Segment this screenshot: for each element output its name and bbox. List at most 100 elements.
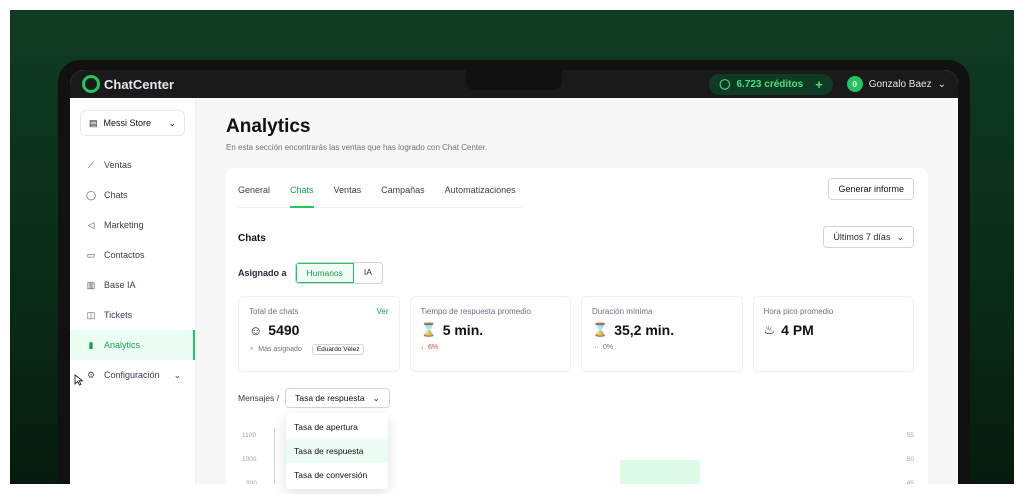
store-selector[interactable]: ▤ Messi Store ⌄ <box>80 110 185 136</box>
stat-footer: ··· 0% <box>592 344 732 351</box>
sidebar: ▤ Messi Store ⌄ ⟋ Ventas ◯ Chats ◁ Marke… <box>70 98 196 494</box>
sidebar-item-label: Configuración <box>104 370 160 380</box>
hourglass-icon: ⌛ <box>420 322 437 337</box>
dropdown-option-respuesta[interactable]: Tasa de respuesta <box>286 439 388 463</box>
stat-value: ⌛ 5 min. <box>421 322 561 338</box>
period-select[interactable]: Últimos 7 días ⌄ <box>823 226 914 248</box>
chart-axis-line <box>274 428 275 494</box>
sidebar-item-label: Chats <box>104 190 128 200</box>
analytics-card: General Chats Ventas Campañas Automatiza… <box>226 168 928 494</box>
sidebar-item-tickets[interactable]: ◫ Tickets <box>70 300 195 330</box>
app-screen: ChatCenter ◯ 6.723 créditos + 0 Gonzalo … <box>70 70 958 494</box>
tab-automatizaciones[interactable]: Automatizaciones <box>445 172 516 208</box>
arrow-down-icon: ↓ <box>420 344 425 351</box>
sidebar-item-chats[interactable]: ◯ Chats <box>70 180 195 210</box>
assigned-option-humanos[interactable]: Humanos <box>295 263 354 283</box>
stat-card-response-time: Tiempo de respuesta promedio ⌛ 5 min. ↓ … <box>409 296 571 372</box>
flame-icon: ♨ <box>763 322 776 337</box>
chevron-down-icon: ⌄ <box>173 369 181 380</box>
sidebar-item-ventas[interactable]: ⟋ Ventas <box>70 150 195 180</box>
sidebar-item-analytics[interactable]: ▮ Analytics <box>70 330 195 360</box>
add-credits-icon[interactable]: + <box>815 77 823 92</box>
page-subtitle: En esta sección encontrarás las ventas q… <box>226 143 488 152</box>
mouse-cursor-icon <box>74 374 84 386</box>
top-agent-chip: Eduardo Vélez <box>311 344 365 355</box>
camera-notch <box>466 70 562 90</box>
chevron-down-icon: ⌄ <box>168 117 176 128</box>
hourglass-icon: ⌛ <box>592 322 609 337</box>
sidebar-item-label: Marketing <box>104 220 144 230</box>
y-tick-left: 1100 <box>242 432 256 439</box>
stat-foot-text: 0% <box>603 344 614 351</box>
chart-highlight-bar <box>620 460 700 494</box>
stat-number: 35,2 min. <box>614 322 675 338</box>
metric-select[interactable]: Tasa de respuesta ⌄ <box>285 388 390 408</box>
stat-footer: ↓ 6% <box>421 344 561 351</box>
app-logo[interactable]: ChatCenter <box>82 75 174 93</box>
ticket-icon: ◫ <box>86 309 96 320</box>
credits-text: 6.723 créditos <box>736 78 804 90</box>
assigned-filter: Asignado a Humanos IA <box>238 262 383 284</box>
logo-icon <box>82 75 100 93</box>
user-name: Gonzalo Baez <box>868 78 932 90</box>
sidebar-item-configuracion[interactable]: ⚙ Configuración ⌄ <box>70 360 195 390</box>
page-title: Analytics <box>226 116 311 137</box>
stat-foot-text: Más asignado <box>258 346 302 353</box>
sidebar-item-label: Ventas <box>104 160 132 170</box>
assigned-label: Asignado a <box>238 268 287 278</box>
sidebar-item-label: Base IA <box>104 280 136 290</box>
dropdown-option-apertura[interactable]: Tasa de apertura <box>286 415 388 439</box>
period-value: Últimos 7 días <box>833 232 891 242</box>
sidebar-item-label: Analytics <box>104 340 141 350</box>
y-tick-right: 45 <box>906 480 914 487</box>
line-chart-icon: ⟋ <box>87 159 95 170</box>
y-tick-left: 900 <box>246 480 257 487</box>
tab-ventas[interactable]: Ventas <box>334 172 362 208</box>
stat-card-min-duration: Duración mínima ⌛ 35,2 min. ··· 0% <box>581 296 743 372</box>
tab-campanas[interactable]: Campañas <box>381 172 425 208</box>
stat-label: Tiempo de respuesta promedio <box>420 307 531 316</box>
generate-report-button[interactable]: Generar informe <box>828 178 914 200</box>
laptop-frame: ChatCenter ◯ 6.723 créditos + 0 Gonzalo … <box>58 60 970 494</box>
database-icon: ▥ <box>86 279 96 290</box>
assigned-segmented-control: Humanos IA <box>294 262 383 284</box>
stat-value: ☺ 5490 <box>249 322 389 338</box>
stat-label: Total de chats <box>249 307 299 316</box>
view-link[interactable]: Ver <box>376 307 388 316</box>
stat-value: ⌛ 35,2 min. <box>592 322 732 338</box>
user-menu[interactable]: 0 Gonzalo Baez ⌄ <box>846 76 946 92</box>
gear-icon: ⚙ <box>86 369 96 380</box>
sidebar-item-label: Contactos <box>104 250 145 260</box>
tab-general[interactable]: General <box>238 172 270 208</box>
sidebar-item-contactos[interactable]: ▭ Contactos <box>70 240 195 270</box>
stat-card-peak-hour: Hora pico promedio ♨ 4 PM <box>752 296 914 372</box>
metric-selected: Tasa de respuesta <box>295 393 365 403</box>
chevron-down-icon: ⌄ <box>372 392 380 403</box>
stat-number: 5490 <box>268 322 300 338</box>
sidebar-item-label: Tickets <box>104 310 133 320</box>
dash-icon: ··· <box>592 344 599 351</box>
bar-chart-icon: ▮ <box>88 339 94 350</box>
trophy-icon: ♆ <box>249 346 255 353</box>
stat-number: 5 min. <box>442 322 484 338</box>
store-icon: ▤ <box>89 117 98 128</box>
section-title: Chats <box>238 233 266 244</box>
chevron-down-icon: ⌄ <box>937 78 946 90</box>
sidebar-item-marketing[interactable]: ◁ Marketing <box>70 210 195 240</box>
contact-card-icon: ▭ <box>86 249 96 260</box>
logo-text: ChatCenter <box>104 76 175 92</box>
stat-footer: ♆ Más asignado Eduardo Vélez <box>249 344 389 355</box>
credits-badge[interactable]: ◯ 6.723 créditos + <box>709 73 833 95</box>
assigned-option-ia[interactable]: IA <box>354 263 382 283</box>
tab-chats[interactable]: Chats <box>290 172 314 208</box>
dropdown-option-conversion[interactable]: Tasa de conversión <box>286 463 388 487</box>
stat-foot-text: 6% <box>428 344 439 351</box>
y-tick-right: 55 <box>906 432 914 439</box>
stats-row: Total de chats Ver ☺ 5490 ♆ Más asignado… <box>238 296 914 372</box>
avatar: 0 <box>846 76 863 92</box>
stat-number: 4 PM <box>781 322 814 338</box>
stat-value: ♨ 4 PM <box>764 322 904 338</box>
metric-selector-row: Mensajes / Tasa de respuesta ⌄ <box>238 388 390 408</box>
sidebar-item-base-ia[interactable]: ▥ Base IA <box>70 270 195 300</box>
stat-card-total-chats: Total de chats Ver ☺ 5490 ♆ Más asignado… <box>238 296 400 372</box>
